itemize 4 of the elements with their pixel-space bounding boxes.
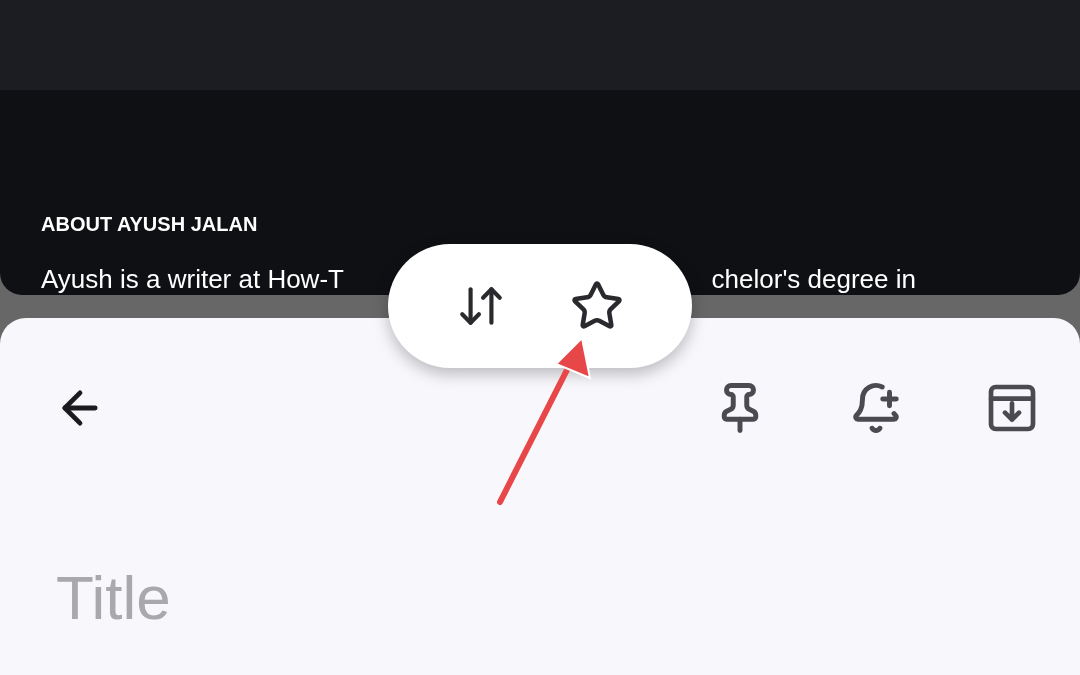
bio-text: Ayush is a writer at How-T xyxy=(41,264,344,295)
title-field[interactable]: Title xyxy=(56,562,656,633)
about-heading: ABOUT AYUSH JALAN xyxy=(41,213,259,236)
bio-text: chelor's degree in xyxy=(711,264,916,295)
